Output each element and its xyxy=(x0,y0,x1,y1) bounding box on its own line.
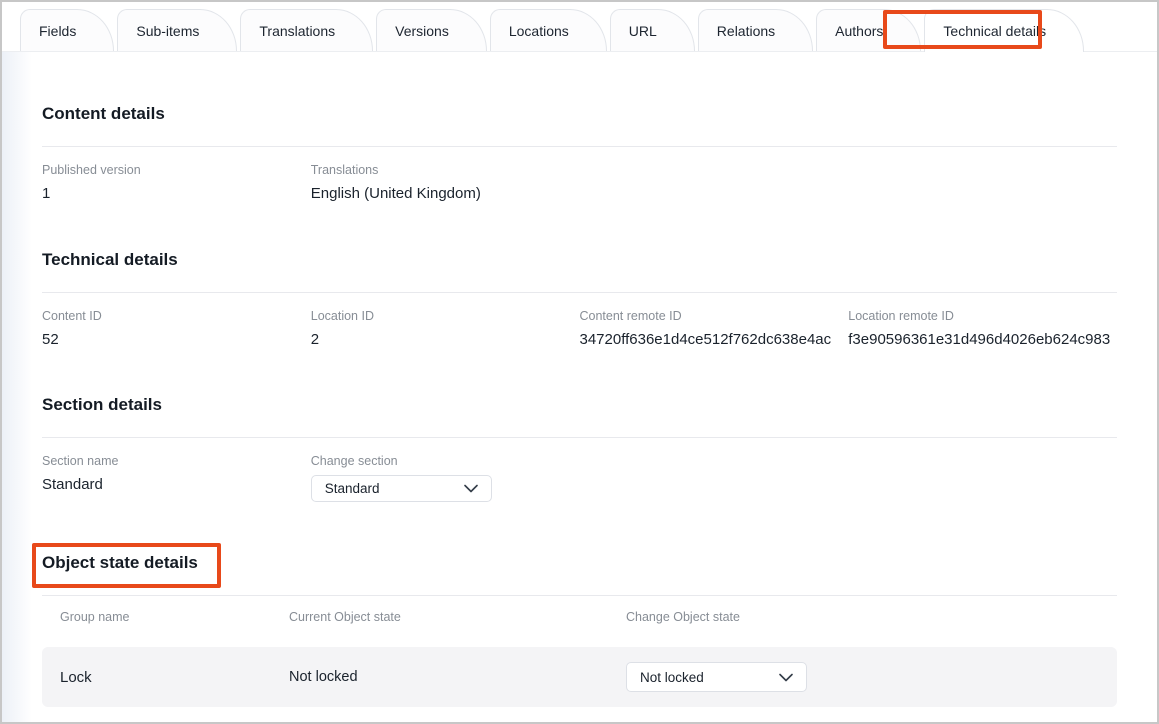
change-section-dropdown[interactable]: Standard xyxy=(311,475,492,502)
field-label: Section name xyxy=(42,454,311,469)
column-header-current-object-state: Current Object state xyxy=(289,610,626,625)
field-label: Location ID xyxy=(311,309,580,324)
field-label: Change section xyxy=(311,454,580,469)
technical-details-page: Fields Sub-items Translations Versions L… xyxy=(0,0,1159,724)
field-published-version: Published version 1 xyxy=(42,163,311,203)
field-translations: Translations English (United Kingdom) xyxy=(311,163,580,203)
column-header-change-object-state: Change Object state xyxy=(626,610,1117,625)
change-object-state-dropdown[interactable]: Not locked xyxy=(626,662,807,692)
tab-sub-items[interactable]: Sub-items xyxy=(117,9,237,51)
group-name-value: Lock xyxy=(42,669,289,686)
tab-locations[interactable]: Locations xyxy=(490,9,607,51)
field-label: Translations xyxy=(311,163,580,178)
field-value: f3e90596361e31d496d4026eb624c983 xyxy=(848,330,1117,349)
change-object-state-selected-value: Not locked xyxy=(640,670,704,685)
field-value: 52 xyxy=(42,330,311,349)
field-location-id: Location ID 2 xyxy=(311,309,580,349)
section-content-details: Content details Published version 1 Tran… xyxy=(42,52,1117,203)
tab-bar: Fields Sub-items Translations Versions L… xyxy=(2,2,1157,52)
field-label: Location remote ID xyxy=(848,309,1117,324)
content-details-title: Content details xyxy=(42,103,1117,124)
field-value: 1 xyxy=(42,184,311,203)
object-state-table-header: Group name Current Object state Change O… xyxy=(42,596,1117,625)
section-technical-details: Technical details Content ID 52 Location… xyxy=(42,203,1117,349)
field-value: Standard xyxy=(42,475,311,494)
tab-translations[interactable]: Translations xyxy=(240,9,373,51)
tab-fields[interactable]: Fields xyxy=(20,9,114,51)
tab-relations[interactable]: Relations xyxy=(698,9,813,51)
column-header-group-name: Group name xyxy=(42,610,289,625)
field-label: Published version xyxy=(42,163,311,178)
field-change-section: Change section Standard xyxy=(311,454,580,502)
current-object-state-value: Not locked xyxy=(289,669,626,685)
table-row: Lock Not locked Not locked xyxy=(42,647,1117,707)
field-location-remote-id: Location remote ID f3e90596361e31d496d40… xyxy=(848,309,1117,349)
field-value: 34720ff636e1d4ce512f762dc638e4ac xyxy=(580,330,849,349)
section-section-details: Section details Section name Standard Ch… xyxy=(42,349,1117,502)
field-label: Content remote ID xyxy=(580,309,849,324)
chevron-down-icon xyxy=(771,670,793,685)
section-details-title: Section details xyxy=(42,394,1117,415)
field-value: English (United Kingdom) xyxy=(311,184,580,203)
tab-authors[interactable]: Authors xyxy=(816,9,921,51)
chevron-down-icon xyxy=(456,481,478,496)
field-label: Content ID xyxy=(42,309,311,324)
section-object-state-details: Object state details Group name Current … xyxy=(42,502,1117,707)
field-content-remote-id: Content remote ID 34720ff636e1d4ce512f76… xyxy=(580,309,849,349)
tab-technical-details[interactable]: Technical details xyxy=(924,9,1084,52)
field-section-name: Section name Standard xyxy=(42,454,311,502)
tab-versions[interactable]: Versions xyxy=(376,9,487,51)
field-content-id: Content ID 52 xyxy=(42,309,311,349)
change-section-selected-value: Standard xyxy=(325,481,380,496)
technical-details-title: Technical details xyxy=(42,249,1117,270)
tab-url[interactable]: URL xyxy=(610,9,695,51)
tab-panel-technical-details: Content details Published version 1 Tran… xyxy=(2,52,1157,707)
field-value: 2 xyxy=(311,330,580,349)
object-state-details-title: Object state details xyxy=(42,552,1117,573)
